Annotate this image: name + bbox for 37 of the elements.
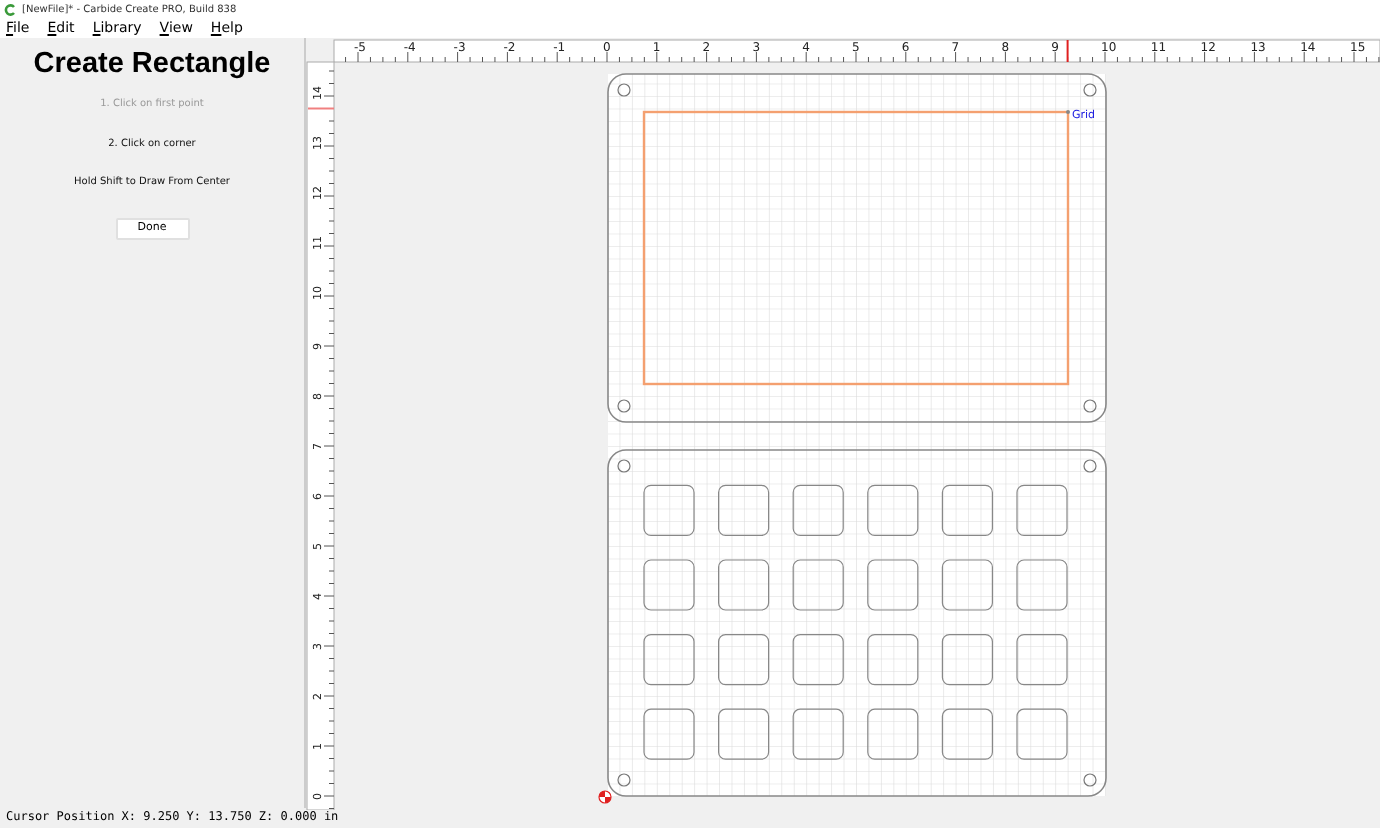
mount-hole [617, 773, 631, 787]
key-cutout [643, 484, 695, 536]
key-cutout [941, 708, 993, 760]
key-cutout [792, 634, 844, 686]
key-cutout [941, 559, 993, 611]
mount-hole [617, 83, 631, 97]
key-cutout [643, 634, 695, 686]
key-cutout [792, 559, 844, 611]
key-cutout [1016, 708, 1068, 760]
key-cutout [941, 634, 993, 686]
key-cutout [867, 484, 919, 536]
mount-hole [1083, 399, 1097, 413]
key-cutout [643, 559, 695, 611]
key-cutout [867, 708, 919, 760]
app-icon [4, 3, 16, 15]
cursor-marker [1066, 39, 1069, 63]
key-cutout [867, 634, 919, 686]
key-cutout [718, 708, 770, 760]
origin-marker-icon [598, 790, 612, 804]
panel-title: Create Rectangle [33, 48, 271, 80]
mount-hole [1083, 83, 1097, 97]
cursor-marker [307, 107, 335, 110]
key-cutout [1016, 559, 1068, 611]
key-cutout [867, 559, 919, 611]
key-cutout [1016, 634, 1068, 686]
key-cutout [718, 559, 770, 611]
mount-hole [1083, 773, 1097, 787]
mount-hole [617, 459, 631, 473]
key-cutout [792, 708, 844, 760]
key-cutout [718, 484, 770, 536]
key-cutout [792, 484, 844, 536]
mount-hole [1083, 459, 1097, 473]
mount-hole [617, 399, 631, 413]
key-cutout [941, 484, 993, 536]
key-cutout [1016, 484, 1068, 536]
key-cutout [718, 634, 770, 686]
key-cutout [643, 708, 695, 760]
